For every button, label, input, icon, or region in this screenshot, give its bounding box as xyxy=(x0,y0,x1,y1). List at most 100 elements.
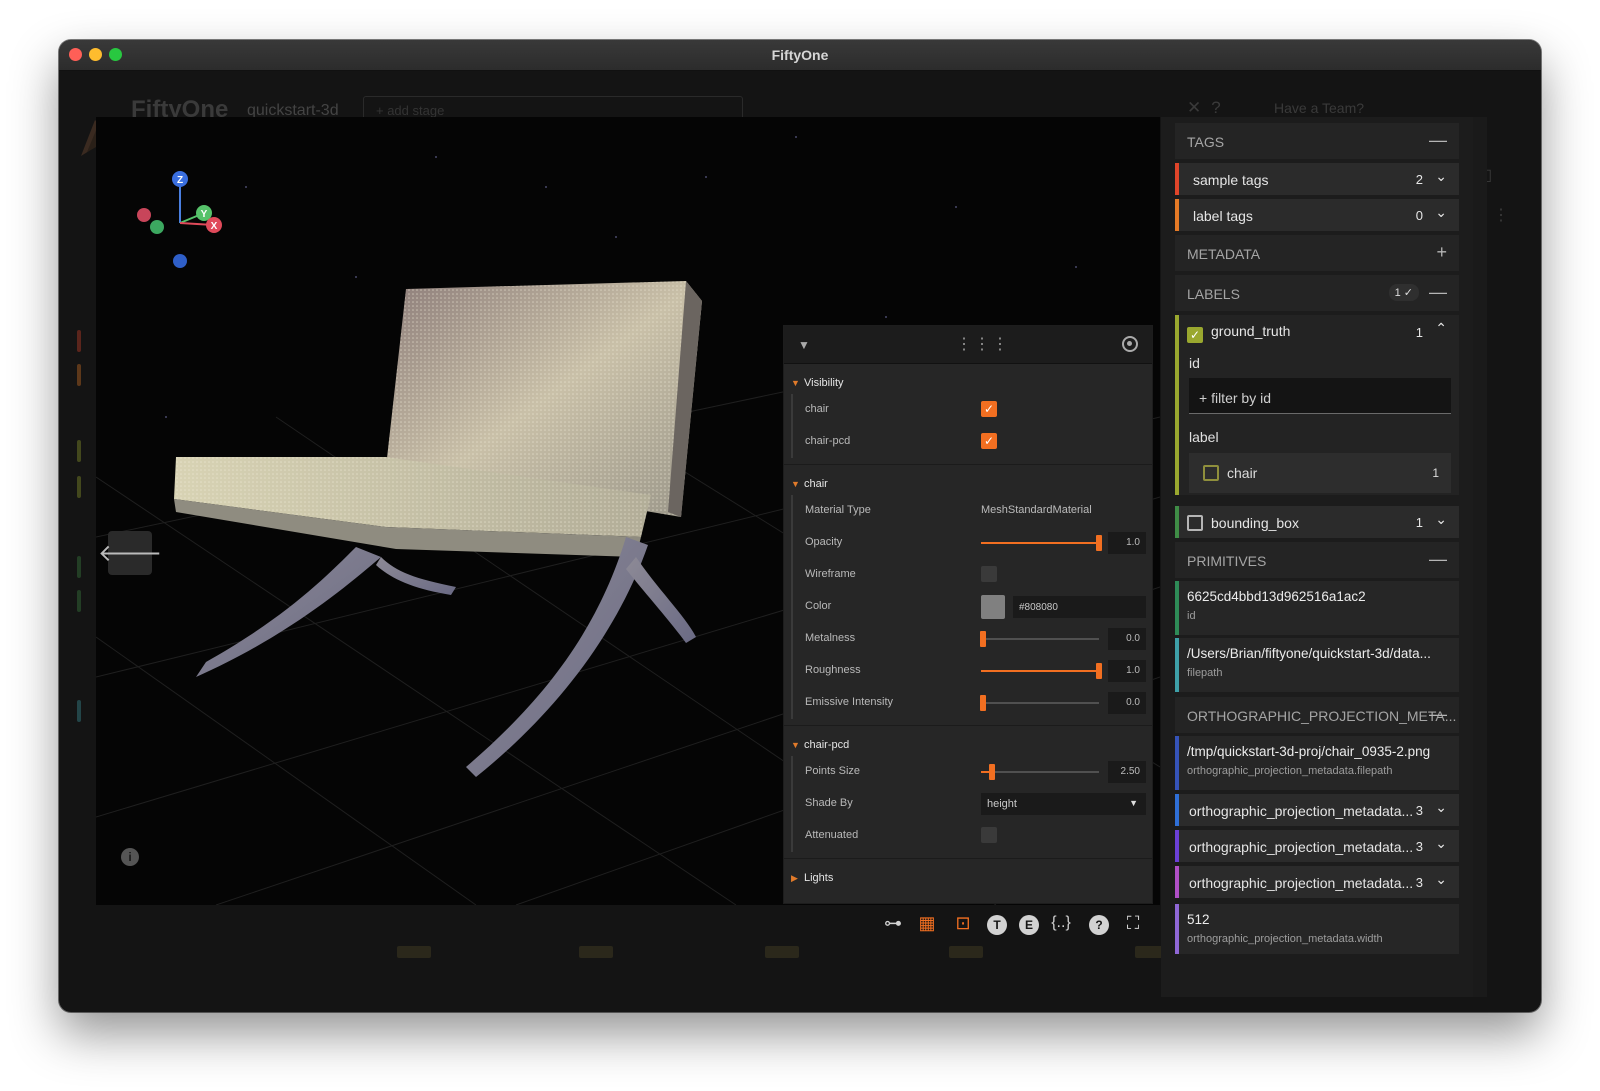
tags-group-header[interactable]: TAGS — xyxy=(1175,123,1459,159)
info-icon[interactable]: i xyxy=(121,848,139,866)
sample-tags-row[interactable]: sample tags 2 ⌄ xyxy=(1175,163,1459,195)
ortho-group-header[interactable]: ORTHOGRAPHIC_PROJECTION_META... — xyxy=(1175,697,1459,733)
label-chair-text: chair xyxy=(1227,465,1258,481)
material-type-label: Material Type xyxy=(805,504,871,516)
collapse-icon[interactable]: ▼ xyxy=(798,338,810,352)
emissive-intensity-slider[interactable] xyxy=(980,695,1099,711)
metalness-slider[interactable] xyxy=(980,631,1099,647)
sidebar-scrollbar[interactable] xyxy=(1473,117,1487,997)
chair-section-header[interactable]: ▼ chair xyxy=(784,473,1152,495)
label-chair-count: 1 xyxy=(1432,466,1439,480)
bounding-box-checkbox[interactable] xyxy=(1187,515,1203,531)
opacity-input[interactable]: 1.0 xyxy=(1108,532,1146,554)
fullscreen-icon[interactable]: ⛶ xyxy=(1119,909,1147,937)
label-tags-label: label tags xyxy=(1193,208,1253,224)
attenuated-row: Attenuated xyxy=(791,820,1152,852)
labels-group-header[interactable]: LABELS 1 ✓ — xyxy=(1175,275,1459,311)
ortho-metadata-count: 3 xyxy=(1415,875,1423,890)
emissive-intensity-input[interactable]: 0.0 xyxy=(1108,692,1146,714)
ortho-filepath-key: orthographic_projection_metadata.filepat… xyxy=(1187,765,1393,777)
labels-badge[interactable]: 1 ✓ xyxy=(1388,284,1419,301)
primitives-title: PRIMITIVES xyxy=(1187,553,1267,569)
points-size-label: Points Size xyxy=(805,765,861,777)
chevron-down-icon[interactable]: ⌄ xyxy=(1435,168,1447,185)
collapse-icon[interactable]: — xyxy=(1429,704,1447,725)
collapse-icon[interactable]: — xyxy=(1429,130,1447,151)
ortho-filepath: /tmp/quickstart-3d-proj/chair_0935-2.png… xyxy=(1175,736,1459,790)
arrow-left-icon: 🡐 xyxy=(97,540,163,567)
image-icon[interactable]: ⊡ xyxy=(949,909,977,937)
label-value-chair[interactable]: chair 1 xyxy=(1189,453,1451,493)
chevron-down-icon[interactable]: ⌄ xyxy=(1435,871,1447,888)
ortho-title: ORTHOGRAPHIC_PROJECTION_META... xyxy=(1187,708,1457,724)
wireframe-checkbox[interactable] xyxy=(981,566,997,582)
opacity-slider[interactable] xyxy=(981,535,1102,551)
bounding-box-row[interactable]: bounding_box 1 ⌄ xyxy=(1175,506,1459,538)
help-button[interactable]: ? xyxy=(1085,909,1113,937)
roughness-label: Roughness xyxy=(805,664,861,676)
visibility-chair-pcd-label: chair-pcd xyxy=(805,435,851,447)
color-row: Color #808080 xyxy=(791,591,1152,623)
previous-sample-button[interactable]: 🡐 xyxy=(98,531,162,575)
json-button[interactable]: {..} xyxy=(1047,909,1075,937)
chevron-down-icon[interactable]: ⌄ xyxy=(1435,835,1447,852)
roughness-row: Roughness 1.0 xyxy=(791,655,1152,687)
color-input[interactable]: #808080 xyxy=(1013,596,1146,618)
search-icon[interactable] xyxy=(1122,336,1138,352)
collapse-icon[interactable]: — xyxy=(1429,549,1447,570)
points-size-input[interactable]: 2.50 xyxy=(1108,761,1146,783)
expand-plus-icon[interactable]: + xyxy=(1436,242,1447,263)
chevron-down-icon[interactable]: ⌄ xyxy=(1435,204,1447,221)
team-link[interactable]: Have a Team? xyxy=(1274,100,1364,116)
primitive-filepath: /Users/Brian/fiftyone/quickstart-3d/data… xyxy=(1175,638,1459,692)
label-tags-row[interactable]: label tags 0 ⌄ xyxy=(1175,199,1459,231)
divider xyxy=(784,858,1152,859)
shade-by-select[interactable]: height ▼ xyxy=(981,793,1146,815)
t-icon: T xyxy=(987,915,1007,935)
ortho-metadata-row[interactable]: orthographic_projection_metadata... 3 ⌄ xyxy=(1175,794,1459,826)
visibility-chair-pcd-checkbox[interactable]: ✓ xyxy=(981,433,997,449)
close-icon[interactable]: ✕ xyxy=(1187,98,1211,117)
metadata-group-header[interactable]: METADATA + xyxy=(1175,235,1459,271)
visibility-title: Visibility xyxy=(804,377,844,389)
toggle-e-button[interactable]: E xyxy=(1015,909,1043,937)
points-size-slider[interactable] xyxy=(981,764,1099,780)
roughness-input[interactable]: 1.0 xyxy=(1108,660,1146,682)
id-field-title: id xyxy=(1189,355,1200,371)
ortho-metadata-row[interactable]: orthographic_projection_metadata... 3 ⌄ xyxy=(1175,866,1459,898)
primitives-group-header[interactable]: PRIMITIVES — xyxy=(1175,542,1459,578)
lights-section-header[interactable]: ▶ Lights xyxy=(784,867,1152,889)
chevron-up-icon[interactable]: ⌃ xyxy=(1435,320,1447,337)
label-tags-count: 0 xyxy=(1415,208,1423,223)
window-title: FiftyOne xyxy=(771,47,829,63)
tags-title: TAGS xyxy=(1187,134,1225,150)
ground-truth-count: 1 xyxy=(1415,325,1423,340)
collapse-icon[interactable]: — xyxy=(1429,282,1447,303)
toggle-t-button[interactable]: T xyxy=(983,909,1011,937)
metalness-input[interactable]: 0.0 xyxy=(1108,628,1146,650)
divider xyxy=(784,725,1152,726)
chair-pcd-section-title: chair-pcd xyxy=(804,739,850,751)
hierarchy-icon[interactable]: ⊶ xyxy=(879,909,907,937)
ortho-metadata-row[interactable]: orthographic_projection_metadata... 3 ⌄ xyxy=(1175,830,1459,862)
label-chair-checkbox[interactable] xyxy=(1203,465,1219,481)
emissive-intensity-row: Emissive Intensity 0.0 xyxy=(791,687,1152,719)
divider xyxy=(784,464,1152,465)
grid-icon[interactable]: ▦ xyxy=(913,909,941,937)
help-icon[interactable]: ? xyxy=(1211,98,1230,117)
labels-title: LABELS xyxy=(1187,286,1240,302)
chair-pcd-section-header[interactable]: ▼ chair-pcd xyxy=(784,734,1152,756)
drag-handle-icon[interactable]: ⋮⋮⋮ xyxy=(956,334,1010,354)
roughness-slider[interactable] xyxy=(981,663,1102,679)
opacity-row: Opacity 1.0 xyxy=(791,527,1152,559)
ground-truth-header[interactable]: ✓ ground_truth xyxy=(1187,323,1290,343)
attenuated-checkbox[interactable] xyxy=(981,827,997,843)
filter-by-id-input[interactable]: + filter by id xyxy=(1189,378,1451,414)
axes-gizmo[interactable]: Z Y X xyxy=(132,167,232,277)
chevron-down-icon[interactable]: ⌄ xyxy=(1435,799,1447,816)
color-swatch[interactable] xyxy=(981,595,1005,619)
chevron-down-icon[interactable]: ⌄ xyxy=(1435,511,1447,528)
visibility-chair-checkbox[interactable]: ✓ xyxy=(981,401,997,417)
visibility-section-header[interactable]: ▼ Visibility xyxy=(784,372,1152,394)
ground-truth-checkbox[interactable]: ✓ xyxy=(1187,327,1203,343)
